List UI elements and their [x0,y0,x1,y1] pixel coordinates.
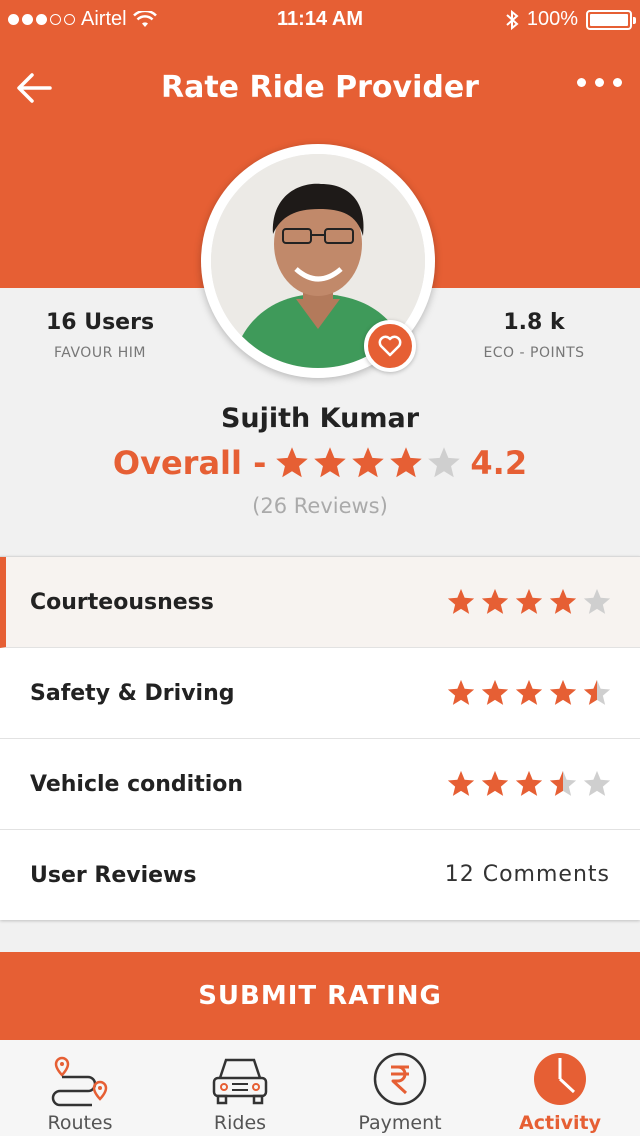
tab-bar: Routes Rides Payment Activity [0,1040,640,1136]
route-icon [48,1050,112,1108]
rating-stars[interactable] [446,769,612,799]
star-full-icon [481,770,509,796]
tab-label: Activity [519,1112,601,1134]
activity-pie-icon [528,1050,592,1108]
star-full-icon [447,679,475,705]
star-empty-icon [583,588,611,614]
tab-activity[interactable]: Activity [480,1040,640,1136]
tab-rides[interactable]: Rides [160,1040,320,1136]
star-full-icon [276,447,309,478]
back-arrow-icon [17,73,52,103]
star-full-icon [515,770,543,796]
favourite-button[interactable] [364,320,416,372]
overall-rating-value: 4.2 [470,444,528,482]
submit-rating-button[interactable]: SUBMIT RATING [0,952,640,1040]
star-full-icon [314,447,347,478]
user-reviews-row[interactable]: User Reviews 12 Comments [0,830,640,920]
nav-bar: Rate Ride Provider [0,60,640,120]
favour-count: 16 Users [45,310,155,335]
tab-label: Rides [213,1112,267,1134]
tab-label: Routes [47,1112,113,1134]
rupee-icon [368,1050,432,1108]
heart-icon [378,335,402,357]
star-full-icon [447,770,475,796]
user-reviews-label: User Reviews [30,862,197,888]
page-title: Rate Ride Provider [161,70,479,105]
rating-label: Vehicle condition [30,771,244,797]
battery-percent: 100% [526,8,578,30]
overall-label: Overall - [112,444,267,482]
tab-label: Payment [358,1112,442,1134]
provider-name: Sujith Kumar [220,403,420,434]
rating-stars[interactable] [446,587,612,617]
reviews-count: (26 Reviews) [252,494,388,518]
tab-payment[interactable]: Payment [320,1040,480,1136]
rating-label: Safety & Driving [30,680,235,706]
back-button[interactable] [14,68,54,108]
star-full-icon [515,588,543,614]
tab-routes[interactable]: Routes [0,1040,160,1136]
eco-points-label: ECO - POINTS [483,345,585,361]
star-full-icon [390,447,423,478]
star-full-icon [549,588,577,614]
favour-label: FAVOUR HIM [54,345,146,361]
star-empty-icon [583,770,611,796]
star-half-icon [583,679,611,705]
star-full-icon [549,679,577,705]
favour-stat: 16 Users FAVOUR HIM [0,310,200,361]
rating-row-safety[interactable]: Safety & Driving [0,648,640,739]
star-full-icon [481,588,509,614]
eco-points-stat: 1.8 k ECO - POINTS [434,310,634,361]
status-right: 100% [505,8,636,31]
rating-row-courteousness[interactable]: Courteousness [0,557,640,648]
star-full-icon [515,679,543,705]
rating-row-vehicle[interactable]: Vehicle condition [0,739,640,830]
overall-rating: Overall - 4.2 [0,444,640,482]
rating-stars[interactable] [446,678,612,708]
eco-points-value: 1.8 k [503,310,565,335]
rating-list: Courteousness Safety & Driving Vehicle c… [0,556,640,920]
comments-count: 12 Comments [444,862,610,887]
battery-icon [586,9,636,30]
star-empty-icon [428,447,461,478]
status-bar: Airtel 11:14 AM 100% [0,0,640,40]
star-full-icon [481,679,509,705]
more-dots-icon [577,78,586,87]
car-icon [208,1050,272,1108]
bluetooth-icon [506,9,519,30]
star-half-icon [549,770,577,796]
overall-stars [274,445,462,481]
star-full-icon [447,588,475,614]
star-full-icon [352,447,385,478]
rating-label: Courteousness [30,589,214,615]
more-options-button[interactable] [577,78,622,87]
